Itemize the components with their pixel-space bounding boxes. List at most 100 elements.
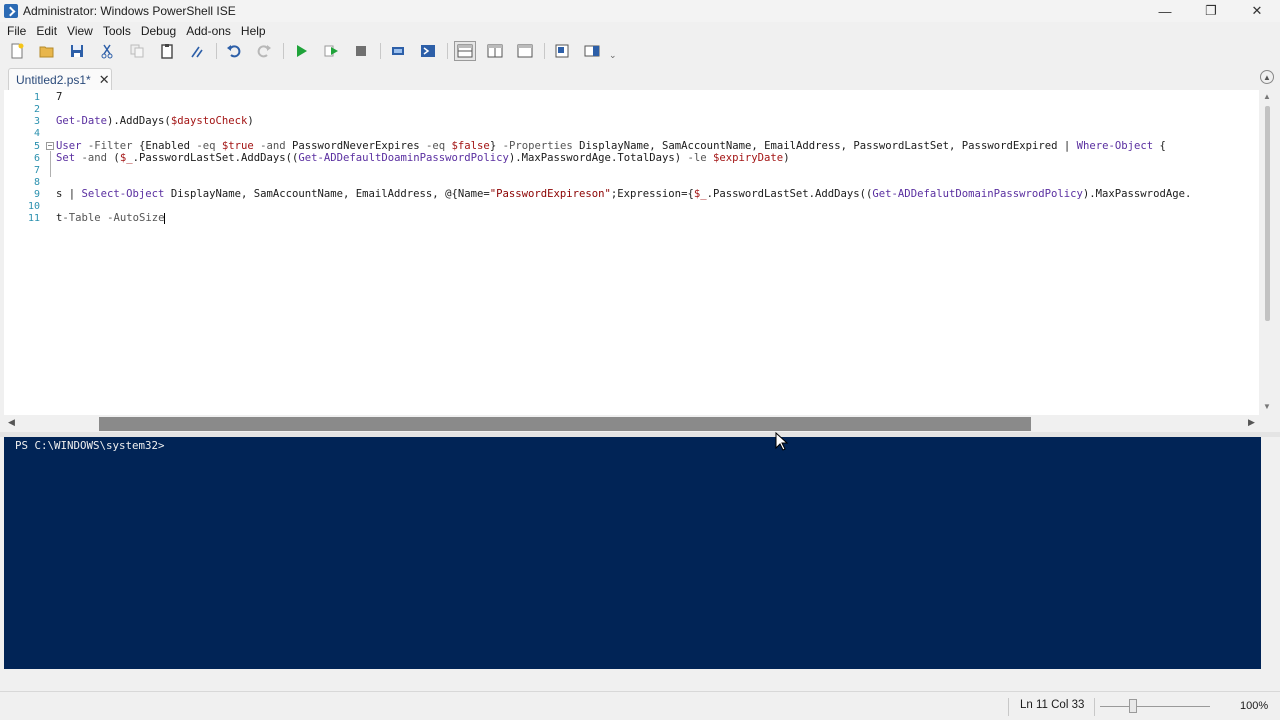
menu-file[interactable]: File (2, 24, 31, 38)
script-tab-strip: Untitled2.ps1* ✕ ▲ (0, 66, 1280, 90)
line-number-gutter: 1 2 3 4 5 6 7 8 9 10 11 (4, 90, 40, 415)
line-number: 11 (27, 213, 40, 224)
code-line: Get-Date).AddDays($daystoCheck) (56, 115, 254, 127)
menu-help[interactable]: Help (236, 24, 271, 38)
redo-icon (257, 45, 271, 58)
line-number: 6 (33, 153, 40, 164)
console-prompt: PS C:\WINDOWS\system32> (15, 439, 165, 452)
toolbar-separator (380, 43, 381, 59)
powershell-ise-icon (4, 4, 18, 18)
tab-untitled2[interactable]: Untitled2.ps1* ✕ (8, 68, 112, 90)
start-powershell-button[interactable] (417, 41, 439, 61)
status-bar: Ln 11 Col 33 100% (0, 691, 1280, 720)
powershell-ise-window: Administrator: Windows PowerShell ISE — … (0, 0, 1280, 720)
copy-button[interactable] (126, 41, 148, 61)
stop-button[interactable] (350, 41, 372, 61)
code-line: s | Select-Object DisplayName, SamAccoun… (56, 188, 1192, 200)
show-script-pane-maximized-button[interactable] (514, 41, 536, 61)
broom-icon (191, 46, 203, 58)
minimize-button[interactable]: — (1142, 0, 1188, 22)
code-line: Set -and ($_.PasswordLastSet.AddDays((Ge… (56, 152, 790, 164)
undo-icon (227, 45, 241, 58)
undo-button[interactable] (223, 41, 245, 61)
fold-toggle-icon[interactable]: − (46, 142, 54, 150)
restore-button[interactable]: ❐ (1188, 0, 1234, 22)
console-horizontal-scrollbar[interactable] (0, 669, 1280, 689)
scroll-down-icon[interactable]: ▼ (1263, 402, 1271, 411)
new-script-button[interactable] (6, 41, 28, 61)
line-number: 7 (33, 165, 40, 176)
code-line: 7 (56, 91, 63, 103)
zoom-slider-track[interactable] (1100, 706, 1210, 707)
line-number: 1 (33, 92, 40, 103)
console-vertical-scrollbar[interactable] (1261, 437, 1280, 669)
tab-close-icon[interactable]: ✕ (99, 72, 110, 88)
toolbar: ⌄ (0, 40, 1280, 62)
folder-open-icon (39, 46, 54, 58)
command-window-icon (555, 44, 569, 58)
code-line: User -Filter {Enabled -eq $true -and Pas… (56, 140, 1166, 152)
toolbar-separator (447, 43, 448, 59)
line-number: 3 (33, 116, 40, 127)
new-remote-tab-button[interactable] (387, 41, 409, 61)
fold-guide (50, 151, 51, 177)
save-button[interactable] (66, 41, 88, 61)
window-controls: — ❐ ✕ (1142, 0, 1280, 22)
scissors-icon (101, 44, 113, 59)
toolbar-separator (544, 43, 545, 59)
show-script-pane-top-button[interactable] (454, 41, 476, 61)
scroll-thumb[interactable] (1265, 106, 1270, 321)
editor-vertical-scrollbar[interactable]: ▲ ▼ (1259, 90, 1276, 415)
menu-tools[interactable]: Tools (98, 24, 136, 38)
menu-add-ons[interactable]: Add-ons (181, 24, 236, 38)
clear-console-button[interactable] (186, 41, 208, 61)
show-command-window-button[interactable] (551, 41, 573, 61)
horizontal-scroll-thumb[interactable] (99, 417, 1031, 431)
menu-view[interactable]: View (62, 24, 98, 38)
menu-edit[interactable]: Edit (31, 24, 62, 38)
toolbar-separator (216, 43, 217, 59)
zoom-level: 100% (1240, 700, 1269, 712)
line-number: 9 (33, 189, 40, 200)
redo-button[interactable] (253, 41, 275, 61)
new-document-icon (11, 43, 24, 59)
menu-bar: File Edit View Tools Debug Add-ons Help (0, 22, 1280, 40)
zoom-slider-thumb[interactable] (1129, 699, 1137, 713)
line-number: 2 (33, 104, 40, 115)
paste-button[interactable] (156, 41, 178, 61)
line-number: 4 (33, 128, 40, 139)
collapse-script-pane-icon[interactable]: ▲ (1260, 70, 1274, 84)
pane-maximized-icon (517, 44, 533, 58)
scroll-left-icon[interactable]: ◀ (8, 417, 15, 428)
script-editor[interactable]: 1 2 3 4 5 6 7 8 9 10 11 − 7 Get-Date).Ad… (4, 90, 1276, 415)
scroll-up-icon[interactable]: ▲ (1263, 92, 1271, 101)
code-line: t-Table -AutoSize (56, 212, 166, 224)
line-number: 10 (27, 201, 40, 212)
console-pane[interactable]: PS C:\WINDOWS\system32> (4, 437, 1261, 669)
save-icon (71, 45, 83, 57)
close-button[interactable]: ✕ (1234, 0, 1280, 22)
pane-right-icon (487, 44, 503, 58)
powershell-icon (421, 45, 435, 57)
cut-button[interactable] (96, 41, 118, 61)
tab-label: Untitled2.ps1* (16, 72, 91, 87)
pane-top-icon (457, 44, 473, 58)
window-title: Administrator: Windows PowerShell ISE (23, 4, 236, 18)
status-separator (1094, 698, 1095, 716)
run-selection-button[interactable] (320, 41, 342, 61)
title-bar: Administrator: Windows PowerShell ISE — … (0, 0, 1280, 22)
run-script-button[interactable] (290, 41, 312, 61)
toolbar-separator (283, 43, 284, 59)
toolbar-overflow-icon[interactable]: ⌄ (609, 50, 617, 61)
menu-debug[interactable]: Debug (136, 24, 181, 38)
stop-icon (356, 46, 366, 56)
show-script-pane-right-button[interactable] (484, 41, 506, 61)
mouse-pointer-icon (775, 432, 789, 451)
open-button[interactable] (36, 41, 58, 61)
status-separator (1008, 698, 1009, 716)
text-caret (164, 212, 166, 224)
line-number: 5 (33, 141, 40, 152)
scroll-right-icon[interactable]: ▶ (1248, 417, 1255, 428)
editor-horizontal-scrollbar[interactable]: ◀ ▶ (4, 415, 1260, 432)
show-command-addon-button[interactable] (581, 41, 603, 61)
